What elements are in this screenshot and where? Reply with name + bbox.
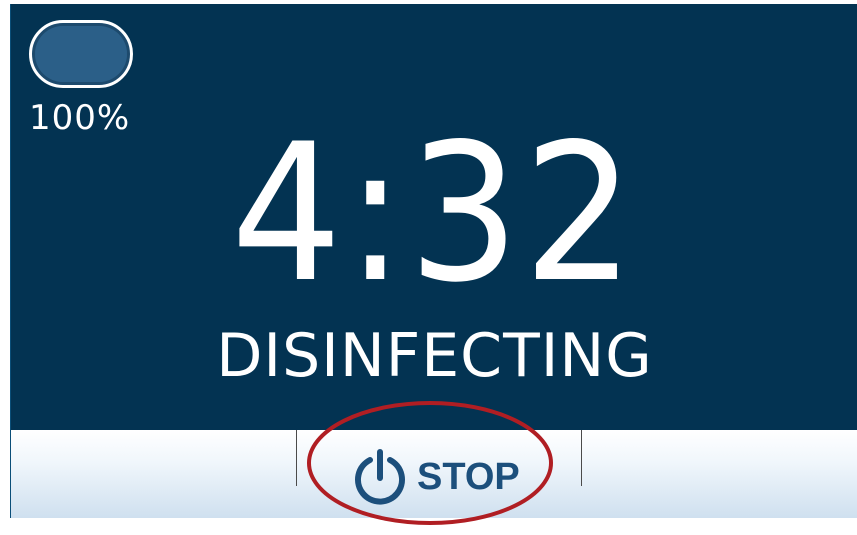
countdown-timer: 4:32: [230, 103, 639, 324]
status-display: 100% 4:32 DISINFECTING: [10, 4, 857, 430]
battery-icon: [29, 20, 133, 88]
power-icon: [355, 449, 405, 505]
toolbar-divider-right: [581, 430, 582, 486]
status-label: DISINFECTING: [216, 321, 653, 391]
stop-label: STOP: [417, 455, 520, 498]
device-screen: 100% 4:32 DISINFECTING STOP: [0, 0, 857, 535]
battery-level-fill: [35, 26, 127, 82]
stop-button[interactable]: STOP: [351, 448, 531, 506]
bottom-toolbar: STOP: [10, 430, 857, 518]
toolbar-divider-left: [296, 430, 297, 486]
